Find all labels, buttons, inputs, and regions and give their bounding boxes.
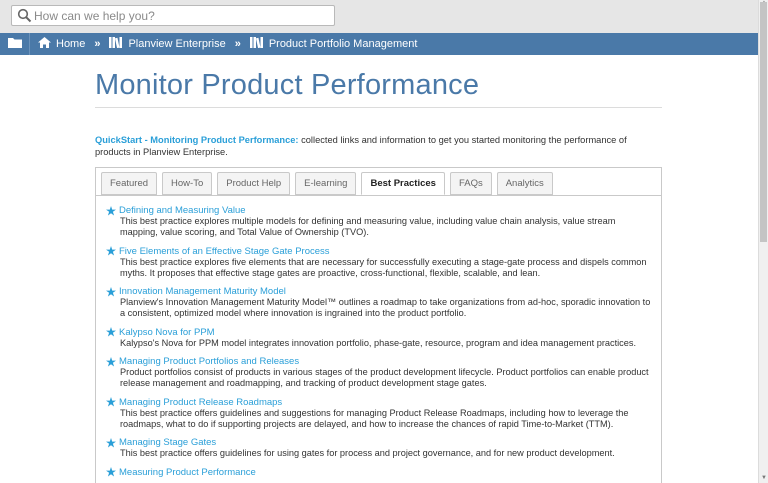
search-icon bbox=[14, 6, 34, 25]
search-box[interactable] bbox=[11, 5, 335, 26]
item-link[interactable]: Managing Stage Gates bbox=[106, 437, 654, 448]
star-icon bbox=[106, 205, 116, 216]
tab-label: Featured bbox=[110, 178, 149, 189]
star-icon bbox=[106, 327, 116, 337]
item-link[interactable]: Managing Product Portfolios and Releases bbox=[106, 356, 654, 367]
tab-label: FAQs bbox=[458, 178, 483, 189]
tab-how-to[interactable]: How-To bbox=[162, 172, 213, 195]
tab-best-practices[interactable]: Best Practices bbox=[361, 172, 445, 195]
item-title: Innovation Management Maturity Model bbox=[119, 286, 286, 297]
item-title: Managing Product Release Roadmaps bbox=[119, 396, 283, 408]
tab-label: E-learning bbox=[304, 178, 348, 189]
tab-faqs[interactable]: FAQs bbox=[449, 172, 492, 195]
page-content: Monitor Product Performance QuickStart -… bbox=[0, 55, 758, 483]
list-item: Defining and Measuring Value This best p… bbox=[106, 205, 654, 238]
star-icon bbox=[106, 467, 116, 477]
tab-analytics[interactable]: Analytics bbox=[496, 172, 553, 195]
item-description: This best practice explores multiple mod… bbox=[120, 216, 616, 237]
list-item: Kalypso Nova for PPM Kalypso's Nova for … bbox=[106, 327, 654, 349]
tab-panel: Featured How-To Product Help E-learning … bbox=[95, 167, 662, 483]
breadcrumb-label: Planview Enterprise bbox=[128, 38, 226, 50]
intro-paragraph: QuickStart - Monitoring Product Performa… bbox=[95, 135, 635, 158]
quickstart-link[interactable]: QuickStart - Monitoring Product Performa… bbox=[95, 135, 299, 145]
item-link[interactable]: Innovation Management Maturity Model bbox=[106, 286, 654, 297]
item-title: Five Elements of an Effective Stage Gate… bbox=[119, 245, 330, 257]
page-title: Monitor Product Performance bbox=[95, 69, 480, 101]
tab-bar: Featured How-To Product Help E-learning … bbox=[101, 172, 558, 196]
home-icon bbox=[38, 37, 56, 51]
item-title: Measuring Product Performance bbox=[119, 466, 256, 478]
scroll-down-icon[interactable]: ▼ bbox=[759, 475, 768, 483]
star-icon bbox=[106, 246, 116, 256]
list-item: Managing Stage Gates This best practice … bbox=[106, 437, 654, 459]
breadcrumb-separator: » bbox=[234, 38, 241, 50]
star-icon bbox=[106, 286, 116, 297]
item-description: Product portfolios consist of products i… bbox=[120, 367, 649, 388]
star-icon bbox=[106, 356, 116, 367]
folder-icon bbox=[7, 37, 22, 51]
item-link[interactable]: Kalypso Nova for PPM bbox=[106, 327, 654, 338]
item-link[interactable]: Measuring Product Performance bbox=[106, 467, 654, 478]
item-title: Managing Product Portfolios and Releases bbox=[119, 356, 300, 367]
star-icon bbox=[106, 437, 116, 448]
item-description: Planview's Innovation Management Maturit… bbox=[120, 297, 651, 318]
item-title: Defining and Measuring Value bbox=[119, 205, 246, 216]
breadcrumb-item-product-portfolio-management[interactable]: Product Portfolio Management bbox=[249, 37, 418, 51]
star-icon bbox=[106, 397, 116, 407]
tab-label: How-To bbox=[171, 178, 204, 189]
item-title: Kalypso Nova for PPM bbox=[119, 326, 215, 338]
breadcrumb-home-label: Home bbox=[56, 38, 86, 50]
list-item: Managing Product Release Roadmaps This b… bbox=[106, 397, 654, 430]
item-title: Managing Stage Gates bbox=[119, 437, 217, 448]
tab-e-learning[interactable]: E-learning bbox=[295, 172, 357, 195]
item-link[interactable]: Five Elements of an Effective Stage Gate… bbox=[106, 246, 654, 257]
search-input[interactable] bbox=[34, 8, 324, 23]
item-link[interactable]: Managing Product Release Roadmaps bbox=[106, 397, 654, 408]
list-item: Five Elements of an Effective Stage Gate… bbox=[106, 246, 654, 279]
tab-label: Product Help bbox=[226, 178, 282, 189]
item-description: This best practice explores five element… bbox=[120, 256, 647, 278]
list-item: Measuring Product Performance bbox=[106, 467, 654, 478]
item-description: Kalypso's Nova for PPM model integrates … bbox=[120, 337, 637, 348]
best-practices-list: Defining and Measuring Value This best p… bbox=[106, 205, 654, 483]
top-bar bbox=[0, 0, 758, 33]
tab-featured[interactable]: Featured bbox=[101, 172, 158, 195]
item-description: This best practice offers guidelines for… bbox=[120, 448, 615, 458]
breadcrumb-label: Product Portfolio Management bbox=[268, 38, 418, 50]
folder-menu-button[interactable] bbox=[0, 33, 30, 55]
breadcrumb-item-planview-enterprise[interactable]: Planview Enterprise bbox=[109, 37, 226, 51]
page-scrollbar[interactable]: ▲ ▼ bbox=[758, 0, 768, 483]
tab-divider bbox=[96, 195, 661, 196]
list-item: Managing Product Portfolios and Releases… bbox=[106, 356, 654, 389]
title-divider bbox=[95, 107, 662, 108]
tab-product-help[interactable]: Product Help bbox=[217, 172, 291, 195]
item-description: This best practice offers guidelines and… bbox=[120, 407, 629, 429]
tab-label: Best Practices bbox=[370, 178, 436, 189]
breadcrumb-separator: » bbox=[94, 38, 101, 50]
item-link[interactable]: Defining and Measuring Value bbox=[106, 205, 654, 216]
library-icon bbox=[109, 37, 128, 51]
breadcrumb-bar: Home » Planview Enterprise » Product Por… bbox=[0, 33, 758, 55]
list-item: Innovation Management Maturity Model Pla… bbox=[106, 286, 654, 319]
breadcrumb-home[interactable]: Home bbox=[38, 37, 85, 51]
library-icon bbox=[249, 37, 269, 51]
tab-label: Analytics bbox=[505, 178, 544, 189]
scroll-thumb[interactable] bbox=[760, 2, 767, 242]
